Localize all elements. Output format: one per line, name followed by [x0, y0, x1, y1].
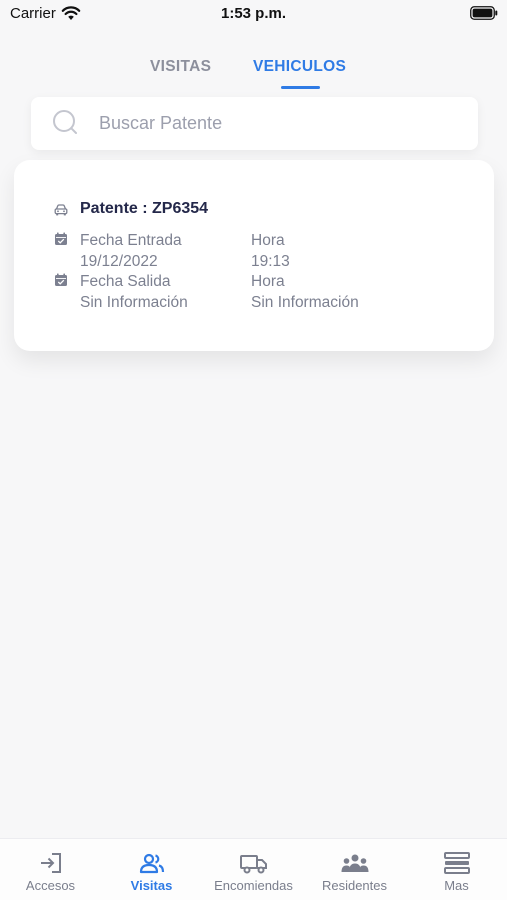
nav-label: Visitas: [130, 878, 173, 893]
car-icon: [54, 204, 68, 216]
nav-residentes[interactable]: Residentes: [304, 839, 405, 900]
entry-time-value: 19:13: [251, 253, 290, 270]
nav-label: Mas: [444, 878, 469, 893]
calendar-check-icon: [55, 232, 67, 245]
search-input[interactable]: [99, 97, 459, 150]
exit-time-value: Sin Información: [251, 294, 359, 311]
exit-date-label: Fecha Salida: [80, 273, 171, 290]
calendar-check-icon: [55, 273, 67, 286]
nav-visitas[interactable]: Visitas: [101, 839, 202, 900]
nav-label: Encomiendas: [214, 878, 293, 893]
exit-time-label: Hora: [251, 273, 285, 290]
nav-label: Residentes: [321, 878, 388, 893]
search-icon: [53, 110, 77, 134]
status-time: 1:53 p.m.: [220, 5, 287, 22]
entry-date-value: 19/12/2022: [80, 253, 158, 270]
entry-date-label: Fecha Entrada: [80, 232, 182, 249]
truck-icon: [239, 855, 267, 874]
tab-bar: VISITAS VEHICULOS: [0, 52, 507, 92]
exit-date-value: Sin Información: [80, 294, 188, 311]
vehicle-plate: Patente : ZP6354: [80, 200, 209, 217]
tab-vehiculos[interactable]: VEHICULOS: [253, 58, 346, 76]
group-icon: [341, 854, 368, 872]
nav-mas[interactable]: Mas: [406, 839, 507, 900]
battery-icon: [470, 6, 498, 20]
entry-time-label: Hora: [251, 232, 285, 249]
people-icon: [139, 853, 164, 874]
menu-icon: [443, 852, 470, 874]
screen: Carrier 1:53 p.m. VISITAS VEHICULOS Busc…: [0, 0, 507, 900]
bottom-nav: Accesos Visitas Encomiendas Residentes M…: [0, 838, 507, 900]
nav-encomiendas[interactable]: Encomiendas: [203, 839, 304, 900]
login-icon: [40, 853, 61, 873]
active-tab-indicator: [281, 86, 320, 89]
tab-visitas[interactable]: VISITAS: [150, 58, 211, 76]
nav-accesos[interactable]: Accesos: [0, 839, 101, 900]
vehicle-card[interactable]: Patente : ZP6354 Fecha Entrada 19/12/202…: [14, 160, 494, 351]
search-bar[interactable]: [31, 97, 478, 150]
nav-label: Accesos: [25, 878, 76, 893]
status-bar: Carrier 1:53 p.m.: [0, 0, 507, 30]
